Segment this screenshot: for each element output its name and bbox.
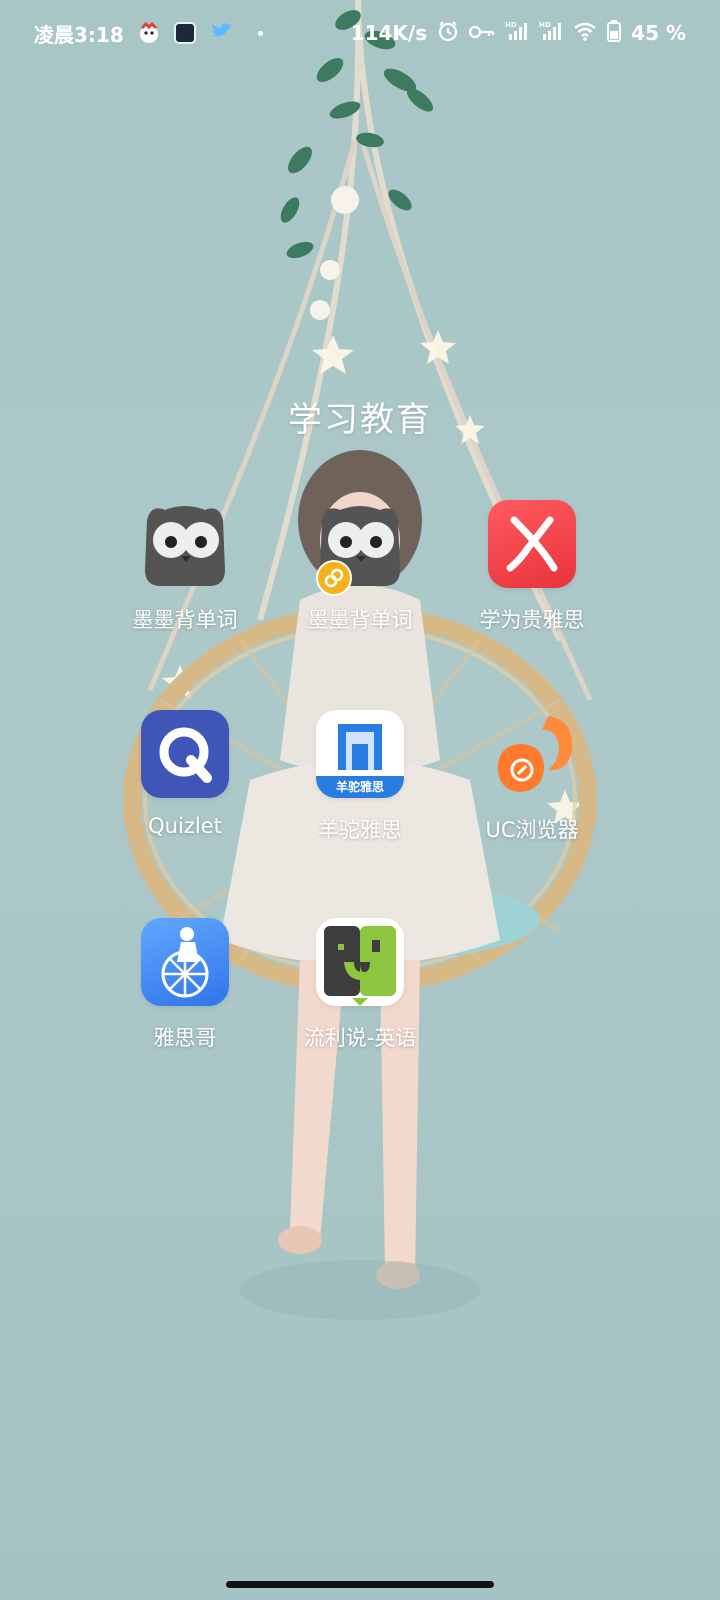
- alpaca-banner: 羊驼雅思: [316, 776, 404, 798]
- folder-title[interactable]: 学习教育: [0, 392, 720, 441]
- hd-signal-icon-2: HD: [539, 20, 563, 47]
- alarm-icon: [437, 20, 459, 47]
- app-quizlet[interactable]: Quizlet: [100, 710, 270, 838]
- status-left: 凌晨3:18: [34, 19, 263, 48]
- app-label: 墨墨背单词: [132, 608, 238, 632]
- status-bar: 凌晨3:18 114K/s HD HD 45 %: [0, 0, 720, 66]
- app-xueweigui[interactable]: 学为贵雅思: [447, 500, 617, 634]
- app-label: 墨墨背单词: [307, 608, 413, 632]
- alpaca-icon: 羊驼雅思: [316, 710, 404, 798]
- red-character-notification-icon: [138, 21, 160, 44]
- app-liulishuo[interactable]: 流利说-英语: [275, 918, 445, 1052]
- more-dot-icon: [257, 30, 263, 36]
- clone-badge-icon: [316, 560, 352, 596]
- hd-signal-icon: HD: [505, 20, 529, 47]
- key-icon: [469, 21, 495, 45]
- battery-percent: 45 %: [631, 21, 686, 45]
- app-label: UC浏览器: [485, 818, 579, 842]
- bird-notification-icon: [210, 21, 234, 46]
- app-momo-1[interactable]: 墨墨背单词: [100, 500, 270, 634]
- network-speed: 114K/s: [350, 21, 428, 45]
- app-yasige[interactable]: 雅思哥: [100, 918, 270, 1052]
- owl-icon: [316, 500, 404, 596]
- app-label: 学为贵雅思: [479, 608, 585, 632]
- squirrel-icon: [488, 710, 576, 798]
- quizlet-icon: [141, 710, 229, 798]
- svg-text:HD: HD: [505, 21, 517, 29]
- app-momo-2[interactable]: 墨墨背单词: [275, 500, 445, 634]
- liulishuo-icon: [316, 918, 404, 1006]
- app-label: Quizlet: [148, 814, 222, 838]
- battery-icon: [607, 19, 622, 47]
- app-uc-browser[interactable]: UC浏览器: [447, 710, 617, 844]
- owl-icon: [141, 500, 229, 588]
- wifi-icon: [573, 21, 597, 46]
- app-label: 流利说-英语: [303, 1026, 417, 1050]
- home-indicator-bar[interactable]: [226, 1581, 494, 1588]
- app-alpaca-ielts[interactable]: 羊驼雅思 羊驼雅思: [275, 710, 445, 844]
- tablet-notification-icon: [173, 22, 196, 44]
- svg-text:HD: HD: [539, 21, 551, 29]
- x-app-icon: [488, 500, 576, 588]
- ielts-bro-icon: [141, 918, 229, 1006]
- status-right: 114K/s HD HD 45 %: [350, 19, 686, 47]
- clock: 凌晨3:18: [34, 22, 124, 47]
- app-label: 羊驼雅思: [318, 818, 402, 842]
- app-label: 雅思哥: [153, 1026, 217, 1050]
